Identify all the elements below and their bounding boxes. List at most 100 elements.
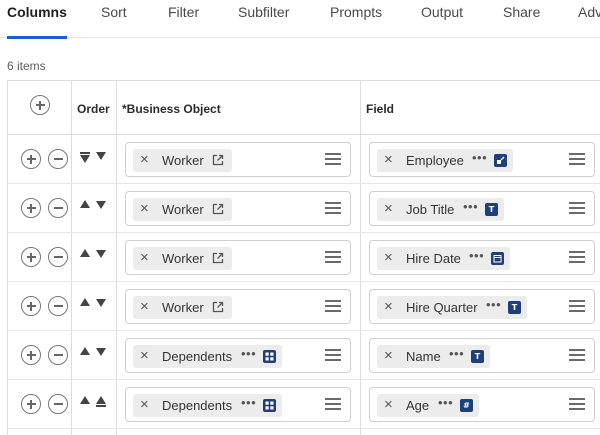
options-menu-icon[interactable] xyxy=(325,398,341,411)
move-up-arrow-icon[interactable] xyxy=(80,396,90,404)
field-selector[interactable]: × Age ••• # xyxy=(369,387,595,422)
remove-row-minus-icon[interactable] xyxy=(48,394,68,414)
remove-chip-close-icon[interactable]: × xyxy=(384,397,393,413)
add-row-plus-icon[interactable] xyxy=(21,198,41,218)
business-object-chip[interactable]: × Dependents ••• xyxy=(133,394,282,417)
field-chip[interactable]: × Hire Date ••• xyxy=(377,247,510,270)
field-chip[interactable]: × Employee ••• xyxy=(377,149,513,172)
multi-instance-icon xyxy=(263,350,276,363)
remove-chip-close-icon[interactable]: × xyxy=(384,250,393,266)
related-actions-dots-icon[interactable]: ••• xyxy=(463,199,478,214)
field-chip[interactable]: × Age ••• # xyxy=(377,394,479,417)
options-menu-icon[interactable] xyxy=(325,349,341,362)
move-down-arrow-icon[interactable] xyxy=(96,299,106,307)
tab-filter[interactable]: Filter xyxy=(168,0,199,38)
business-object-selector[interactable]: × Worker xyxy=(125,240,351,275)
business-object-chip[interactable]: × Dependents ••• xyxy=(133,345,282,368)
move-up-arrow-icon[interactable] xyxy=(80,347,90,355)
remove-chip-close-icon[interactable]: × xyxy=(140,201,149,217)
options-menu-icon[interactable] xyxy=(325,251,341,264)
remove-chip-close-icon[interactable]: × xyxy=(140,250,149,266)
business-object-chip[interactable]: × Worker xyxy=(133,149,232,172)
move-down-arrow-icon[interactable] xyxy=(96,396,106,404)
remove-row-minus-icon[interactable] xyxy=(48,247,68,267)
add-row-plus-icon[interactable] xyxy=(21,247,41,267)
field-selector[interactable]: × Hire Date ••• xyxy=(369,240,595,275)
field-selector[interactable]: × Hire Quarter ••• T xyxy=(369,289,595,324)
remove-chip-close-icon[interactable]: × xyxy=(140,299,149,315)
options-menu-icon[interactable] xyxy=(569,153,585,166)
move-down-arrow-icon[interactable] xyxy=(96,201,106,209)
related-actions-dots-icon[interactable]: ••• xyxy=(438,395,453,410)
add-row-plus-icon[interactable] xyxy=(30,95,50,115)
tab-columns[interactable]: Columns xyxy=(7,0,67,39)
remove-chip-close-icon[interactable]: × xyxy=(384,152,393,168)
external-link-icon[interactable] xyxy=(212,252,224,264)
tab-advanced[interactable]: Adv xyxy=(578,0,600,38)
add-row-plus-icon[interactable] xyxy=(21,296,41,316)
add-row-plus-icon[interactable] xyxy=(21,394,41,414)
related-actions-dots-icon[interactable]: ••• xyxy=(472,150,487,165)
move-down-arrow-icon[interactable] xyxy=(96,152,106,160)
field-chip[interactable]: × Job Title ••• T xyxy=(377,198,504,221)
field-selector[interactable]: × Name ••• T xyxy=(369,338,595,373)
move-down-arrow-icon[interactable] xyxy=(96,348,106,356)
move-down-arrow-icon[interactable] xyxy=(96,250,106,258)
external-link-icon[interactable] xyxy=(212,301,224,313)
table-row: × Worker × Job Title ••• T xyxy=(8,184,600,233)
remove-row-minus-icon[interactable] xyxy=(48,149,68,169)
add-row-plus-icon[interactable] xyxy=(21,345,41,365)
tab-subfilter[interactable]: Subfilter xyxy=(238,0,289,38)
remove-chip-close-icon[interactable]: × xyxy=(140,152,149,168)
remove-row-minus-icon[interactable] xyxy=(48,296,68,316)
options-menu-icon[interactable] xyxy=(569,300,585,313)
remove-row-minus-icon[interactable] xyxy=(48,345,68,365)
external-link-icon[interactable] xyxy=(212,154,224,166)
tab-prompts[interactable]: Prompts xyxy=(330,0,382,38)
business-object-chip[interactable]: × Worker xyxy=(133,198,232,221)
remove-chip-close-icon[interactable]: × xyxy=(140,397,149,413)
field-chip-label: Hire Quarter xyxy=(406,300,478,315)
external-link-icon[interactable] xyxy=(212,203,224,215)
field-chip[interactable]: × Hire Quarter ••• T xyxy=(377,296,527,319)
options-menu-icon[interactable] xyxy=(325,300,341,313)
move-up-arrow-icon[interactable] xyxy=(80,249,90,257)
options-menu-icon[interactable] xyxy=(569,251,585,264)
options-menu-icon[interactable] xyxy=(569,398,585,411)
field-selector[interactable]: × Job Title ••• T xyxy=(369,191,595,226)
add-row-plus-icon[interactable] xyxy=(21,149,41,169)
business-object-selector[interactable]: × Worker xyxy=(125,142,351,177)
field-selector[interactable]: × Employee ••• xyxy=(369,142,595,177)
options-menu-icon[interactable] xyxy=(325,202,341,215)
tab-sort[interactable]: Sort xyxy=(101,0,127,38)
tab-share[interactable]: Share xyxy=(503,0,540,38)
related-actions-dots-icon[interactable]: ••• xyxy=(241,395,256,410)
business-object-selector[interactable]: × Worker xyxy=(125,289,351,324)
business-object-selector[interactable]: × Dependents ••• xyxy=(125,338,351,373)
field-chip-label: Age xyxy=(406,398,430,413)
business-object-chip[interactable]: × Worker xyxy=(133,247,232,270)
business-object-selector[interactable]: × Worker xyxy=(125,191,351,226)
move-up-arrow-icon[interactable] xyxy=(80,155,90,163)
options-menu-icon[interactable] xyxy=(569,349,585,362)
related-actions-dots-icon[interactable]: ••• xyxy=(469,248,484,263)
options-menu-icon[interactable] xyxy=(325,153,341,166)
business-object-selector[interactable]: × Dependents ••• xyxy=(125,387,351,422)
related-actions-dots-icon[interactable]: ••• xyxy=(449,346,464,361)
remove-row-minus-icon[interactable] xyxy=(48,198,68,218)
remove-chip-close-icon[interactable]: × xyxy=(384,201,393,217)
field-chip-label: Name xyxy=(406,349,441,364)
move-up-arrow-icon[interactable] xyxy=(80,298,90,306)
field-chip[interactable]: × Name ••• T xyxy=(377,345,490,368)
options-menu-icon[interactable] xyxy=(569,202,585,215)
remove-chip-close-icon[interactable]: × xyxy=(140,348,149,364)
move-top-bar-icon xyxy=(80,152,90,154)
move-up-arrow-icon[interactable] xyxy=(80,200,90,208)
remove-chip-close-icon[interactable]: × xyxy=(384,299,393,315)
related-actions-dots-icon[interactable]: ••• xyxy=(486,297,501,312)
remove-chip-close-icon[interactable]: × xyxy=(384,348,393,364)
related-actions-dots-icon[interactable]: ••• xyxy=(241,346,256,361)
tab-output[interactable]: Output xyxy=(421,0,463,38)
field-chip-label: Hire Date xyxy=(406,251,461,266)
business-object-chip[interactable]: × Worker xyxy=(133,296,232,319)
